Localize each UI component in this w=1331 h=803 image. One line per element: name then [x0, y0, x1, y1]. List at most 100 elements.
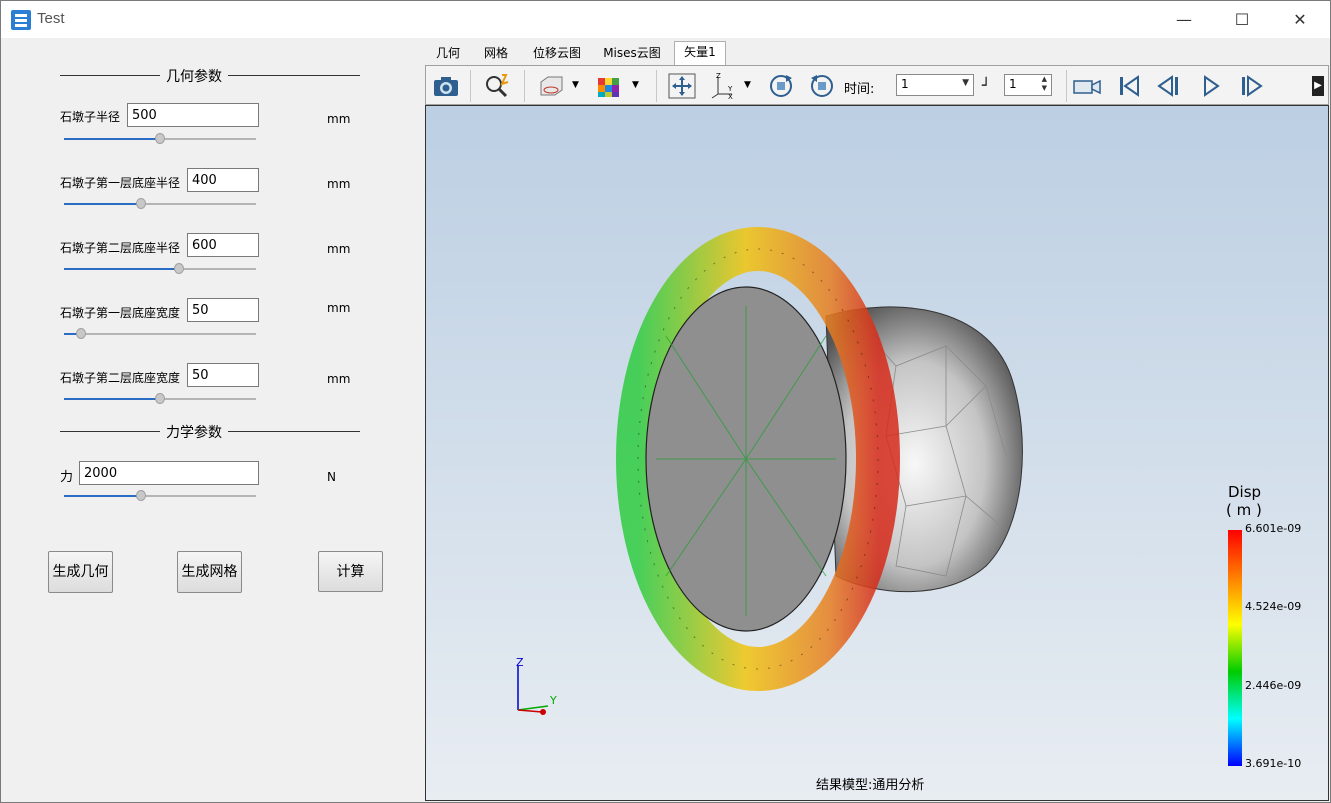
spin-arrows-icon[interactable]: ▲ ▼ — [1042, 75, 1047, 93]
tab-displacement[interactable]: 位移云图 — [527, 43, 587, 65]
force-unit: N — [327, 470, 336, 484]
result-panel: 几何 网格 位移云图 Mises云图 矢量1 ▼ ▼ Z Y X ▼ 时间: 1… — [425, 41, 1329, 801]
close-button[interactable]: ✕ — [1271, 1, 1329, 38]
first-frame-icon[interactable] — [1114, 72, 1144, 100]
axes-orient-icon[interactable]: ZYX — [708, 72, 738, 100]
time-select[interactable]: 1 ▼ — [896, 74, 974, 96]
unit-label: mm — [327, 372, 351, 386]
legend-unit: ( m ) — [1226, 501, 1262, 519]
title-bar: Test — ☐ ✕ — [1, 1, 1330, 38]
base1-width-slider[interactable] — [64, 328, 256, 340]
param-label-base2-radius: 石墩子第二层底座半径 — [60, 241, 181, 255]
toolbar-separator — [470, 70, 471, 102]
chevron-down-icon[interactable]: ▼ — [572, 80, 579, 90]
app-icon — [11, 10, 31, 30]
chevron-down-icon: ▼ — [962, 78, 969, 88]
window-title: Test — [37, 10, 65, 27]
axis-z-label: Z — [516, 656, 524, 669]
color-cube-icon[interactable] — [594, 72, 624, 100]
param-label-base1-radius: 石墩子第一层底座半径 — [60, 176, 181, 190]
rotate-ccw-icon[interactable] — [807, 72, 837, 100]
result-caption: 结果模型:通用分析 — [816, 778, 925, 793]
generate-mesh-button[interactable]: 生成网格 — [177, 551, 242, 593]
legend-tick: 4.524e-09 — [1245, 600, 1302, 613]
generate-geometry-button[interactable]: 生成几何 — [48, 551, 113, 593]
view-mode-icon[interactable] — [536, 72, 566, 100]
play-icon[interactable] — [1196, 72, 1226, 100]
unit-label: mm — [327, 112, 351, 126]
chevron-down-icon[interactable]: ▼ — [744, 80, 751, 90]
legend-color-bar — [1228, 530, 1242, 766]
param-label-base1-width: 石墩子第一层底座宽度 — [60, 306, 181, 320]
minimize-button[interactable]: — — [1155, 1, 1213, 38]
force-label: 力 — [60, 470, 74, 485]
zoom-fit-icon[interactable] — [482, 72, 512, 100]
step-spinbox[interactable]: 1 ▲ ▼ — [1004, 74, 1052, 96]
legend-tick-min: 3.691e-10 — [1245, 757, 1302, 770]
radius-input[interactable] — [127, 103, 259, 127]
slider-thumb[interactable] — [155, 393, 165, 404]
slider-fill — [64, 268, 179, 270]
slider-thumb[interactable] — [174, 263, 184, 274]
toolbar-separator — [656, 70, 657, 102]
chevron-down-icon[interactable]: ▼ — [632, 80, 639, 90]
legend-tick-max: 6.601e-09 — [1245, 522, 1302, 535]
unit-label: mm — [327, 177, 351, 191]
param-label-radius: 石墩子半径 — [60, 110, 121, 124]
rotate-cw-icon[interactable] — [766, 72, 796, 100]
axis-y-label: Y — [549, 694, 557, 707]
camera-icon[interactable] — [431, 72, 461, 100]
time-select-value: 1 — [901, 77, 909, 91]
unit-label: mm — [327, 242, 351, 256]
base1-width-input[interactable] — [187, 298, 259, 322]
base2-radius-slider[interactable] — [64, 263, 256, 275]
next-frame-icon[interactable] — [1236, 72, 1266, 100]
slider-thumb[interactable] — [155, 133, 165, 144]
radius-slider[interactable] — [64, 133, 256, 145]
base2-width-input[interactable] — [187, 363, 259, 387]
slider-track — [64, 333, 256, 335]
toolbar: ▼ ▼ ZYX ▼ 时间: 1 ▼ ┘ 1 ▲ ▼ ▶ — [425, 65, 1329, 105]
force-input[interactable] — [79, 461, 259, 485]
prev-frame-icon[interactable] — [1154, 72, 1184, 100]
slider-thumb[interactable] — [136, 490, 146, 501]
slider-fill — [64, 495, 141, 497]
geometry-group-title: 几何参数 — [160, 66, 228, 86]
tab-mises[interactable]: Mises云图 — [599, 43, 665, 65]
mechanics-group-title: 力学参数 — [160, 422, 228, 442]
slider-thumb[interactable] — [136, 198, 146, 209]
force-slider[interactable] — [64, 490, 256, 502]
svg-text:Y: Y — [727, 85, 733, 93]
view-tabs: 几何 网格 位移云图 Mises云图 矢量1 — [425, 41, 1329, 65]
toolbar-separator — [524, 70, 525, 102]
tab-mesh[interactable]: 网格 — [477, 43, 515, 65]
app-window: Test — ☐ ✕ 几何参数 石墩子半径 mm 石墩子第一层底座半径 mm 石… — [0, 0, 1331, 803]
3d-viewport[interactable]: Z Y Disp ( m ) 6.601e-09 4.524e-09 2.446… — [425, 105, 1329, 801]
base2-radius-input[interactable] — [187, 233, 259, 257]
step-value: 1 — [1009, 77, 1017, 91]
slider-thumb[interactable] — [76, 328, 86, 339]
svg-text:X: X — [728, 93, 733, 100]
record-video-icon[interactable] — [1072, 72, 1102, 100]
axis-triad: Z Y — [516, 656, 557, 715]
compute-button[interactable]: 计算 — [318, 551, 383, 592]
base2-width-slider[interactable] — [64, 393, 256, 405]
toolbar-separator — [1066, 70, 1067, 102]
base1-radius-slider[interactable] — [64, 198, 256, 210]
time-label: 时间: — [844, 82, 875, 97]
tab-vector[interactable]: 矢量1 — [674, 41, 726, 65]
svg-text:Z: Z — [716, 72, 721, 80]
unit-label: mm — [327, 301, 351, 315]
maximize-button[interactable]: ☐ — [1213, 1, 1271, 38]
model-render: Z Y — [516, 227, 1023, 715]
slider-fill — [64, 398, 160, 400]
step-icon: ┘ — [982, 78, 991, 94]
slider-fill — [64, 138, 160, 140]
legend-title: Disp — [1228, 483, 1262, 501]
pan-icon[interactable] — [667, 72, 697, 100]
base1-radius-input[interactable] — [187, 168, 259, 192]
parameter-panel: 几何参数 石墩子半径 mm 石墩子第一层底座半径 mm 石墩子第二层底座半径 m… — [1, 38, 421, 802]
param-label-base2-width: 石墩子第二层底座宽度 — [60, 371, 181, 385]
toolbar-overflow-icon[interactable]: ▶ — [1312, 76, 1324, 96]
tab-geometry[interactable]: 几何 — [431, 43, 465, 65]
